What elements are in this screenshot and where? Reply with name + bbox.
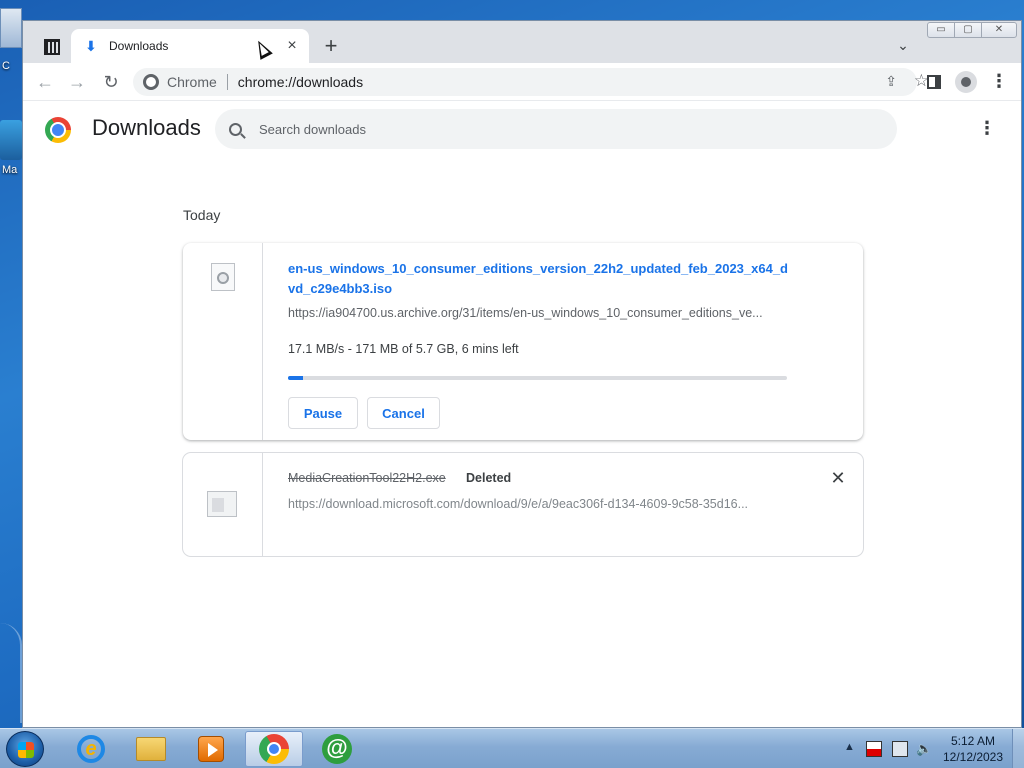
download-icon: ⬇ (85, 38, 97, 54)
action-center-flag-icon[interactable] (866, 741, 882, 757)
download-status-text: 17.1 MB/s - 171 MB of 5.7 GB, 6 mins lef… (288, 342, 519, 356)
chrome-scheme-icon (143, 74, 159, 90)
download-item-iso: en-us_windows_10_consumer_editions_versi… (183, 243, 863, 440)
exe-file-icon (207, 491, 237, 517)
start-button[interactable] (6, 731, 44, 767)
window-minimize-button[interactable]: ▭ (927, 22, 955, 38)
network-icon[interactable] (892, 741, 908, 757)
taskbar-chrome[interactable] (245, 731, 303, 767)
reload-button[interactable]: ↻ (97, 69, 125, 97)
tab-search-chevron-icon[interactable]: ⌄ (893, 37, 913, 57)
show-desktop-button[interactable] (1012, 729, 1024, 768)
forward-button[interactable]: → (63, 69, 91, 97)
tab-title: Downloads (109, 39, 169, 53)
omnibox-divider (226, 74, 228, 90)
remove-from-list-button[interactable]: ✕ (827, 467, 849, 489)
clock-time: 5:12 AM (950, 734, 996, 748)
download-progress-bar (288, 376, 787, 380)
window-close-button[interactable]: ✕ (981, 22, 1017, 38)
iso-file-icon (211, 263, 235, 291)
desktop-icon-computer[interactable] (0, 8, 22, 48)
mail-at-icon: @ (322, 734, 352, 764)
desktop-icon-app[interactable] (0, 120, 22, 160)
window-maximize-button[interactable]: ▢ (954, 22, 982, 38)
windows-taskbar: e @ ▲ 🔈 5:12 AM 12/12/2023 (0, 728, 1024, 768)
desktop-icon-label: Ma (2, 164, 18, 176)
url-text[interactable]: chrome://downloads (238, 74, 363, 90)
system-clock[interactable]: 5:12 AM 12/12/2023 (942, 733, 1004, 765)
taskbar-explorer[interactable] (122, 731, 180, 767)
browser-menu-button[interactable]: ⋮ (989, 71, 1009, 93)
scheme-label: Chrome (167, 74, 217, 90)
address-bar[interactable]: Chrome chrome://downloads ⇪ ☆ (133, 68, 929, 96)
tab-strip: ⬇ Downloads × + ⌄ ▭ ▢ ✕ (23, 21, 1021, 63)
downloads-header: Downloads ⋮ (23, 101, 1021, 157)
date-group-header: Today (183, 207, 221, 223)
file-icon-column (183, 453, 263, 556)
browser-window: ⬇ Downloads × + ⌄ ▭ ▢ ✕ ← → ↻ Chrome chr… (22, 20, 1022, 728)
cancel-button[interactable]: Cancel (367, 397, 440, 429)
profile-avatar-icon[interactable] (955, 71, 977, 93)
back-button[interactable]: ← (31, 69, 59, 97)
side-panel-icon[interactable] (927, 75, 941, 89)
deleted-filename: MediaCreationTool22H2.exe (288, 471, 446, 485)
taskbar-mail[interactable]: @ (308, 731, 366, 767)
chrome-logo-icon (45, 117, 71, 143)
downloads-menu-button[interactable]: ⋮ (977, 119, 997, 139)
tab-downloads[interactable]: ⬇ Downloads × (71, 29, 309, 63)
search-box[interactable] (215, 109, 897, 149)
chrome-icon (259, 734, 289, 764)
ie-icon: e (77, 735, 105, 763)
tab-groups-icon[interactable] (37, 33, 67, 61)
deleted-status-tag: Deleted (466, 471, 512, 485)
taskbar-media-player[interactable] (182, 731, 240, 767)
page-title: Downloads (92, 115, 201, 140)
download-source-url[interactable]: https://download.microsoft.com/download/… (288, 497, 788, 511)
download-source-url[interactable]: https://ia904700.us.archive.org/31/items… (288, 306, 788, 320)
pause-button[interactable]: Pause (288, 397, 358, 429)
downloads-page: Downloads ⋮ Today en-us_windows_10_consu… (23, 101, 1021, 727)
tray-overflow-chevron-icon[interactable]: ▲ (844, 741, 855, 753)
file-icon-column (183, 243, 263, 440)
share-icon[interactable]: ⇪ (885, 73, 897, 90)
download-progress-fill (288, 376, 303, 380)
new-tab-button[interactable]: + (319, 35, 343, 59)
desktop-icon-label: C (2, 60, 10, 72)
browser-toolbar: ← → ↻ Chrome chrome://downloads ⇪ ☆ ⋮ (23, 63, 1021, 101)
clock-date: 12/12/2023 (942, 750, 1004, 764)
explorer-folder-icon (136, 737, 166, 761)
windows-logo-icon (18, 742, 34, 758)
volume-muted-icon[interactable]: 🔈 (916, 741, 932, 757)
media-player-icon (198, 736, 224, 762)
wallpaper-swirl (0, 623, 22, 723)
download-item-exe: MediaCreationTool22H2.exe Deleted https:… (183, 453, 863, 556)
search-downloads-input[interactable] (259, 121, 859, 137)
taskbar-internet-explorer[interactable]: e (62, 731, 120, 767)
search-icon (229, 122, 242, 136)
download-filename-link[interactable]: en-us_windows_10_consumer_editions_versi… (288, 259, 788, 299)
tab-close-button[interactable]: × (283, 37, 301, 55)
